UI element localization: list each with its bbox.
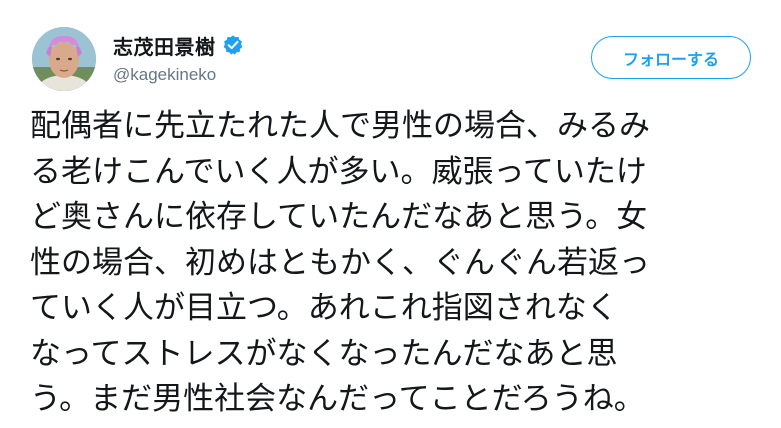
user-handle[interactable]: @kagekineko [113, 65, 244, 85]
tweet-text-line: う。まだ男性社会なんだってことだろうね。 [30, 381, 645, 417]
tweet-card: 志茂田景樹 @kagekineko フォローする 配偶者に先立たれた人で男性の場… [0, 0, 781, 428]
tweet-text-line: なってストレスがなくなったんだなあと思 [30, 335, 618, 372]
tweet-text-line: る老けこんでいく人が多い。威張っていたけ [30, 153, 647, 190]
tweet-header: 志茂田景樹 @kagekineko フォローする [32, 27, 751, 91]
display-name[interactable]: 志茂田景樹 [113, 31, 216, 60]
display-name-row: 志茂田景樹 [113, 31, 244, 59]
tweet-text: 配偶者に先立たれた人で男性の場合、みるみ る老けこんでいく人が多い。威張っていた… [30, 104, 775, 423]
tweet-text-line: 配偶者に先立たれた人で男性の場合、みるみ [30, 108, 650, 144]
tweet-text-line: ていく人が目立つ。あれこれ指図されなく [30, 290, 618, 326]
verified-badge-icon [222, 34, 244, 56]
tweet-text-line: ど奥さんに依存していたんだなあと思う。女 [30, 199, 648, 235]
avatar[interactable] [32, 27, 96, 91]
user-names: 志茂田景樹 @kagekineko [113, 31, 244, 85]
avatar-image [32, 27, 96, 91]
tweet-text-line: 性の場合、初めはともかく、ぐんぐん若返っ [30, 244, 650, 281]
follow-button[interactable]: フォローする [591, 36, 751, 79]
